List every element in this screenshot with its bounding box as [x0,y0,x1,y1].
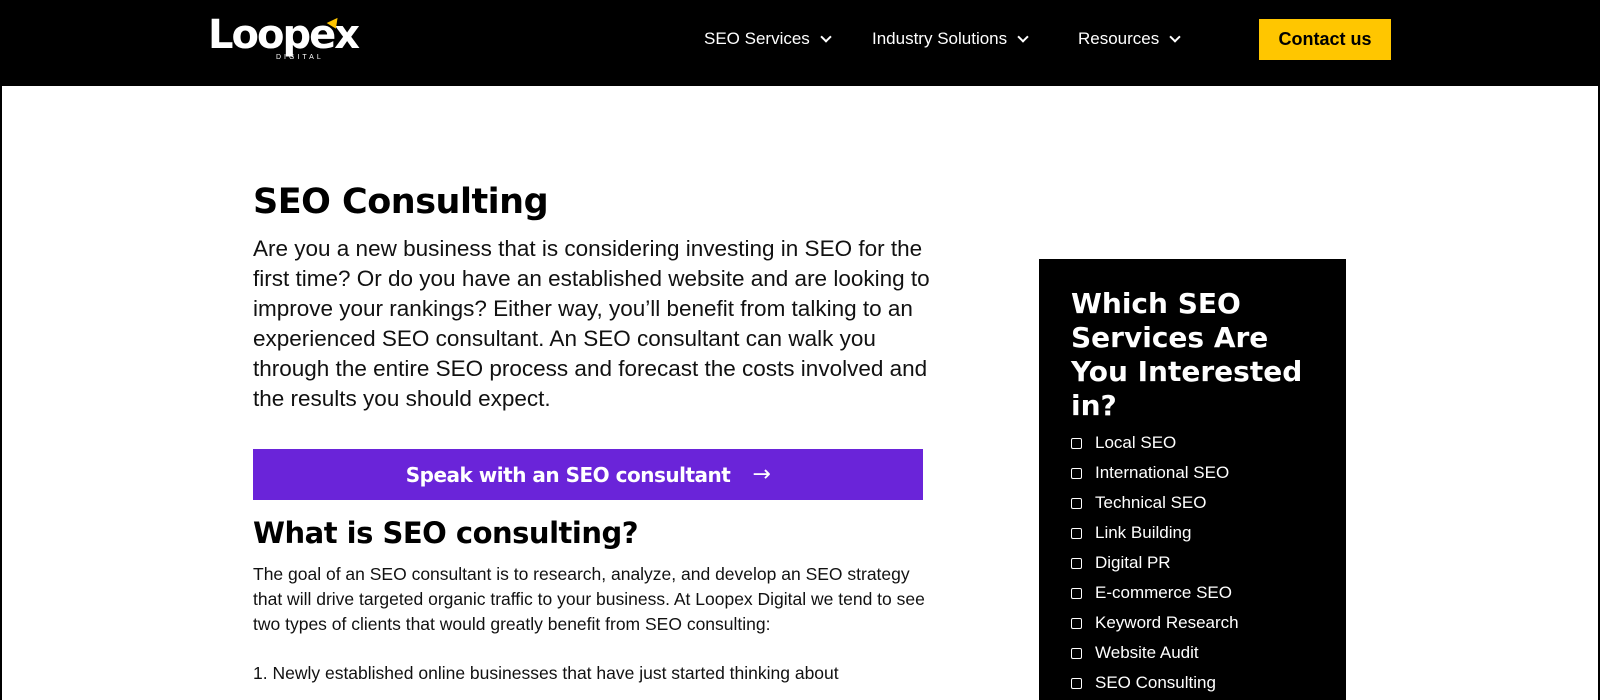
logo-tagline: DIGITAL [276,54,324,61]
option-link-building[interactable]: Link Building [1071,518,1239,548]
option-seo-consulting[interactable]: SEO Consulting [1071,668,1239,698]
checkbox[interactable] [1071,437,1082,449]
nav-item-label: Resources [1078,29,1160,48]
contact-us-button[interactable]: Contact us [1259,19,1391,60]
option-international-seo[interactable]: International SEO [1071,458,1239,488]
section-heading: What is SEO consulting? [253,516,639,550]
checkbox[interactable] [1071,557,1082,569]
option-keyword-research[interactable]: Keyword Research [1071,608,1239,638]
services-interest-form: Which SEO Services Are You Interested in… [1039,259,1346,700]
speak-with-consultant-button[interactable]: Speak with an SEO consultant → [253,449,923,500]
checkbox[interactable] [1071,617,1082,629]
chevron-down-icon [1169,30,1181,43]
option-label: Digital PR [1095,553,1171,572]
intro-paragraph: Are you a new business that is consideri… [253,236,930,411]
nav-item-label: SEO Services [704,29,810,48]
option-label: Local SEO [1095,433,1177,452]
checkbox[interactable] [1071,677,1082,689]
checkbox[interactable] [1071,497,1082,509]
chevron-down-icon [1017,30,1029,43]
nav-item-label: Industry Solutions [872,29,1008,48]
option-digital-pr[interactable]: Digital PR [1071,548,1239,578]
form-title: Which SEO Services Are You Interested in… [1071,287,1303,422]
option-label: Keyword Research [1095,613,1239,632]
checkbox[interactable] [1071,587,1082,599]
main-content: SEO Consulting Are you a new business th… [2,86,1598,700]
option-label: Website Audit [1095,643,1199,662]
option-local-seo[interactable]: Local SEO [1071,428,1239,458]
option-label: SEO Consulting [1095,673,1216,692]
page-title: SEO Consulting [253,182,549,222]
option-website-audit[interactable]: Website Audit [1071,638,1239,668]
checkbox[interactable] [1071,467,1082,479]
option-technical-seo[interactable]: Technical SEO [1071,488,1239,518]
checkbox[interactable] [1071,527,1082,539]
option-ecommerce-seo[interactable]: E-commerce SEO [1071,578,1239,608]
loopex-logo[interactable]: Loopex DIGITAL [208,12,360,70]
top-navigation-bar: Loopex DIGITAL SEO Services Industry Sol… [0,0,1600,85]
chevron-down-icon [820,30,832,43]
option-label: Technical SEO [1095,493,1207,512]
arrow-right-icon: → [752,462,771,487]
nav-item-industry-solutions[interactable]: Industry Solutions [872,26,1029,52]
option-label: E-commerce SEO [1095,583,1232,602]
option-label: International SEO [1095,463,1230,482]
option-label: Link Building [1095,523,1192,542]
section-paragraph: The goal of an SEO consultant is to rese… [253,564,925,634]
checkbox[interactable] [1071,647,1082,659]
service-options-list: Local SEO International SEO Technical SE… [1071,428,1239,698]
nav-item-seo-services[interactable]: SEO Services [704,26,832,52]
cta-label: Speak with an SEO consultant [405,462,731,487]
list-item: 1. Newly established online businesses t… [253,663,839,683]
nav-item-resources[interactable]: Resources [1078,26,1181,52]
